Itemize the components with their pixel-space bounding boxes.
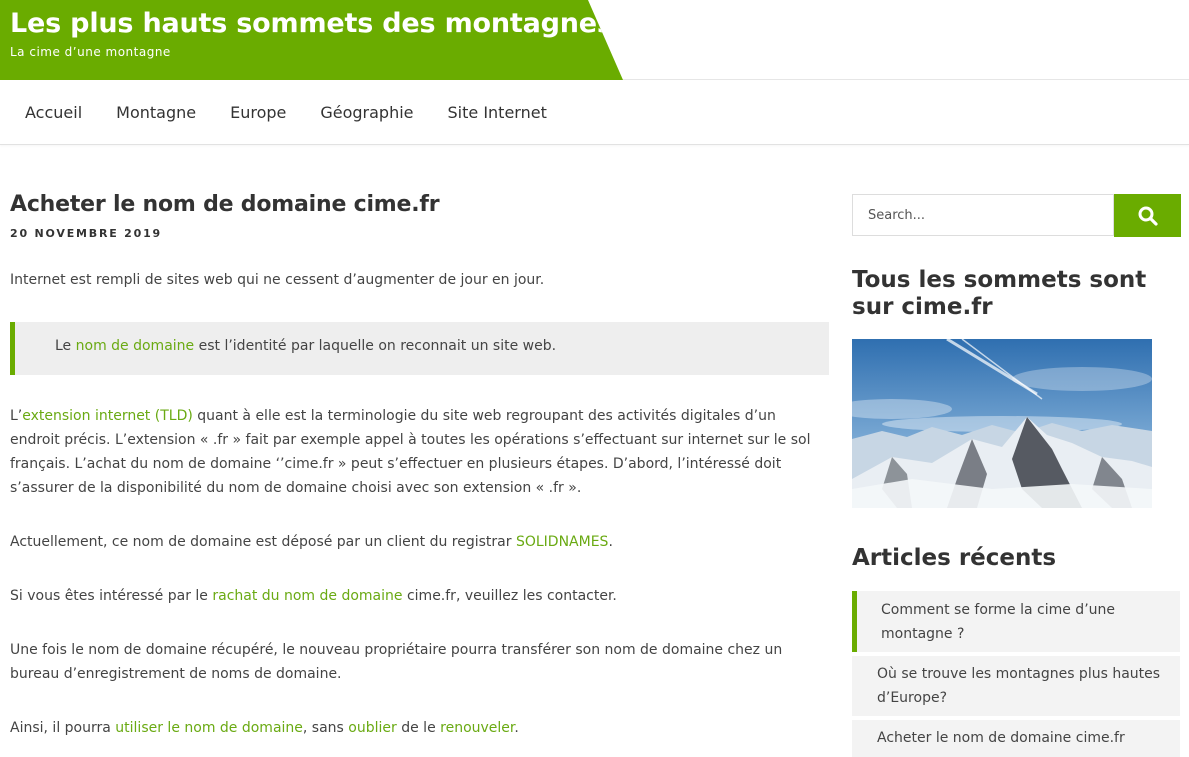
recent-article-item[interactable]: Comment se forme la cime d’une montagne … — [852, 591, 1180, 652]
p4-text-before: Si vous êtes intéressé par le — [10, 588, 213, 604]
p4-text-after: cime.fr, veuillez les contacter. — [402, 588, 617, 604]
p6-text-mid1: , sans — [302, 720, 349, 736]
recent-article-item[interactable]: Où se trouve les montagnes plus hautes d… — [852, 656, 1180, 716]
link-rachat-nom-de-domaine[interactable]: rachat du nom de domaine — [212, 588, 402, 604]
paragraph-6: Ainsi, il pourra utiliser le nom de doma… — [10, 716, 830, 740]
p6-text-mid2: de le — [396, 720, 441, 736]
widget-title-articles-recents: Articles récents — [852, 545, 1057, 571]
paragraph-2: L’extension internet (TLD) quant à elle … — [10, 404, 830, 500]
article: Acheter le nom de domaine cime.fr 20 NOV… — [10, 192, 830, 736]
p6-text-after: . — [514, 720, 519, 736]
blockquote: Le nom de domaine est l’identité par laq… — [10, 322, 829, 375]
p2-text-before: L’ — [10, 408, 23, 424]
site-tagline: La cime d’une montagne — [10, 45, 171, 59]
recent-article-item[interactable]: Acheter le nom de domaine cime.fr — [852, 720, 1180, 757]
post-date: 20 NOVEMBRE 2019 — [10, 227, 162, 240]
brand-banner: Les plus hauts sommets des montagnes La … — [0, 0, 623, 80]
search-button[interactable] — [1114, 194, 1181, 237]
search-input[interactable] — [852, 194, 1114, 236]
paragraph-4: Si vous êtes intéressé par le rachat du … — [10, 584, 830, 608]
site-title[interactable]: Les plus hauts sommets des montagnes — [10, 8, 613, 39]
link-solidnames[interactable]: SOLIDNAMES — [516, 534, 608, 550]
quote-text-before: Le — [55, 338, 76, 354]
p3-text-after: . — [608, 534, 613, 550]
post-title[interactable]: Acheter le nom de domaine cime.fr — [10, 192, 830, 217]
main-nav: Accueil Montagne Europe Géographie Site … — [0, 80, 1189, 145]
link-oublier[interactable]: oublier — [348, 720, 396, 736]
paragraph-3: Actuellement, ce nom de domaine est dépo… — [10, 530, 830, 554]
paragraph-5: Une fois le nom de domaine récupéré, le … — [10, 642, 783, 682]
search-icon — [1138, 206, 1158, 226]
p3-text-before: Actuellement, ce nom de domaine est dépo… — [10, 534, 516, 550]
nav-item-geographie[interactable]: Géographie — [303, 103, 430, 122]
nav-item-montagne[interactable]: Montagne — [99, 103, 213, 122]
nav-item-accueil[interactable]: Accueil — [8, 103, 99, 122]
link-extension-internet[interactable]: extension internet (TLD) — [22, 408, 193, 424]
paragraph-1: Internet est rempli de sites web qui ne … — [10, 272, 545, 288]
link-renouveler[interactable]: renouveler — [440, 720, 514, 736]
quote-text-after: est l’identité par laquelle on reconnait… — [194, 338, 557, 354]
link-nom-de-domaine[interactable]: nom de domaine — [76, 338, 195, 354]
link-utiliser-nom-de-domaine[interactable]: utiliser le nom de domaine — [115, 720, 303, 736]
widget-title-sommets: Tous les sommets sont sur cime.fr — [852, 267, 1147, 320]
mountain-image — [852, 339, 1152, 508]
nav-item-europe[interactable]: Europe — [213, 103, 303, 122]
p6-text-before: Ainsi, il pourra — [10, 720, 116, 736]
site-header: Les plus hauts sommets des montagnes La … — [0, 0, 1189, 80]
nav-item-site-internet[interactable]: Site Internet — [431, 103, 564, 122]
